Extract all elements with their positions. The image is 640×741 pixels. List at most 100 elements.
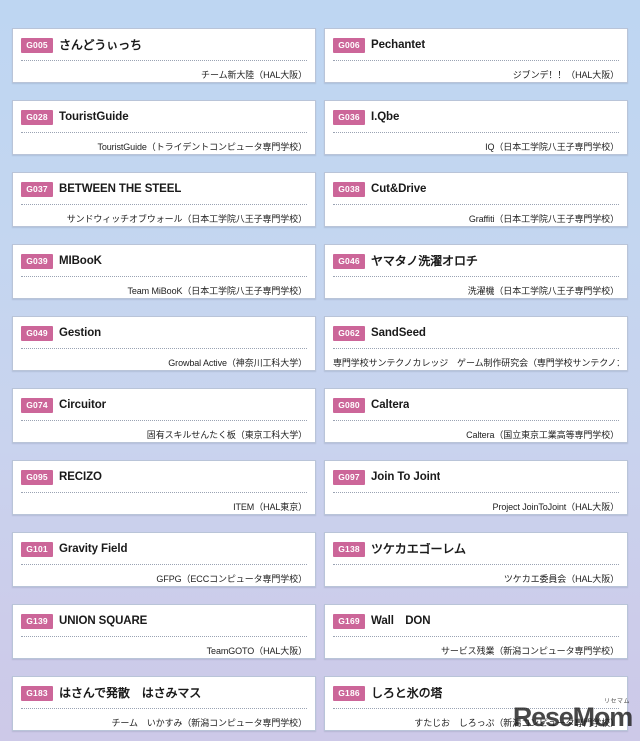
entry-team-school: Caltera（国立東京工業高等専門学校） <box>466 430 619 440</box>
entry-divider <box>333 276 619 277</box>
entry-team-school: Team MiBooK（日本工学院八王子専門学校） <box>127 286 307 296</box>
entry-team-school: ジブンデ！！（HAL大阪） <box>512 70 619 80</box>
entry-team-school: Graffiti（日本工学院八王子専門学校） <box>468 214 619 224</box>
entry-card-header: G038 Cut&Drive <box>333 180 619 199</box>
entry-card[interactable]: G183 はさんで発散 はさみマスチーム いかすみ（新潟コンピュータ専門学校） <box>12 676 316 731</box>
entry-id-badge: G062 <box>333 326 365 341</box>
entry-id-badge: G097 <box>333 470 365 485</box>
entry-id-badge: G039 <box>21 254 53 269</box>
entry-card[interactable]: G006 Pechantet ジブンデ！！（HAL大阪） <box>324 28 628 83</box>
entry-divider <box>333 708 619 709</box>
entry-id-badge: G074 <box>21 398 53 413</box>
entry-title: はさんで発散 はさみマス <box>59 686 202 700</box>
entry-title: BETWEEN THE STEEL <box>59 182 182 195</box>
entry-card-header: G006 Pechantet <box>333 36 619 55</box>
entry-card-header: G095 RECIZO <box>21 468 307 487</box>
entry-id-badge: G101 <box>21 542 53 557</box>
entry-team-school: Growbal Active（神奈川工科大学） <box>168 358 307 368</box>
entry-card[interactable]: G138 ツケカエゴーレムツケカエ委員会（HAL大阪） <box>324 532 628 587</box>
entry-card[interactable]: G028 TouristGuide TouristGuide（トライデントコンピュー… <box>12 100 316 155</box>
entry-team-school: ツケカエ委員会（HAL大阪） <box>503 574 619 584</box>
entry-id-badge: G006 <box>333 38 365 53</box>
entry-card[interactable]: G074 Circuitor 固有スキルせんたく板（東京工科大学） <box>12 388 316 443</box>
entry-divider <box>21 492 307 493</box>
entry-title: Gravity Field <box>59 542 128 555</box>
entry-team-school: Project JoinToJoint（HAL大阪） <box>492 502 619 512</box>
entry-title: ツケカエゴーレム <box>371 542 466 556</box>
entry-card[interactable]: G037 BETWEEN THE STEEL サンドウィッチオブウォール（日本工学院… <box>12 172 316 227</box>
entry-team-school: 洗濯機（日本工学院八王子専門学校） <box>467 286 619 296</box>
entry-id-badge: G037 <box>21 182 53 197</box>
entry-title: さんどうぃっち <box>59 38 142 52</box>
entry-card[interactable]: G038 Cut&Drive Graffiti（日本工学院八王子専門学校） <box>324 172 628 227</box>
entry-card-header: G074 Circuitor <box>21 396 307 415</box>
entry-card-header: G062 SandSeed <box>333 324 619 343</box>
entry-team-school: チーム いかすみ（新潟コンピュータ専門学校） <box>111 718 307 728</box>
entry-card[interactable]: G046 ヤマタノ洗濯オロチ 洗濯機（日本工学院八王子専門学校） <box>324 244 628 299</box>
entry-title: Wall DON <box>371 614 431 627</box>
entry-card[interactable]: G097 Join To Joint Project JoinToJoint（HAL… <box>324 460 628 515</box>
entry-card-header: G139 UNION SQUARE <box>21 612 307 631</box>
entry-title: ヤマタノ洗濯オロチ <box>371 254 478 268</box>
entry-divider <box>333 204 619 205</box>
entry-id-badge: G038 <box>333 182 365 197</box>
entry-divider <box>21 636 307 637</box>
entry-id-badge: G028 <box>21 110 53 125</box>
entry-title: UNION SQUARE <box>59 614 148 627</box>
entry-divider <box>21 276 307 277</box>
entry-card[interactable]: G036 I.Qbe IQ（日本工学院八王子専門学校） <box>324 100 628 155</box>
entry-card-header: G036 I.Qbe <box>333 108 619 127</box>
entry-divider <box>21 708 307 709</box>
entry-title: I.Qbe <box>371 110 400 123</box>
entry-id-badge: G049 <box>21 326 53 341</box>
entry-divider <box>21 348 307 349</box>
entry-card-header: G183 はさんで発散 はさみマス <box>21 684 307 703</box>
entry-card-header: G186 しろと氷の塔 <box>333 684 619 703</box>
entry-divider <box>21 204 307 205</box>
entry-team-school: GFPG（ECCコンピュータ専門学校） <box>156 574 307 584</box>
entry-card[interactable]: G039 MIBooK Team MiBooK（日本工学院八王子専門学校） <box>12 244 316 299</box>
entry-card[interactable]: G169 Wall DON サービス残業（新潟コンピュータ専門学校） <box>324 604 628 659</box>
entry-id-badge: G186 <box>333 686 365 701</box>
entry-card[interactable]: G062 SandSeed 専門学校サンテクノカレッジ ゲーム制作研究会（専門学校サ… <box>324 316 628 371</box>
entry-team-school: 専門学校サンテクノカレッジ ゲーム制作研究会（専門学校サンテクノカレッジ） <box>333 358 619 368</box>
entry-card[interactable]: G080 Caltera Caltera（国立東京工業高等専門学校） <box>324 388 628 443</box>
entry-id-badge: G036 <box>333 110 365 125</box>
entry-id-badge: G183 <box>21 686 53 701</box>
entry-card[interactable]: G101 Gravity Field GFPG（ECCコンピュータ専門学校） <box>12 532 316 587</box>
entry-title: MIBooK <box>59 254 102 267</box>
entry-title: Join To Joint <box>371 470 441 483</box>
entry-card-header: G028 TouristGuide <box>21 108 307 127</box>
entry-divider <box>333 636 619 637</box>
entry-title: TouristGuide <box>59 110 129 123</box>
entry-grid: G005 さんどうぃっちチーム新大陸（HAL大阪） G006 Pechantet ジブン… <box>0 28 640 731</box>
entry-card[interactable]: G186 しろと氷の塔 すたじお しろっぷ（新潟コンピュータ専門学校） <box>324 676 628 731</box>
entry-id-badge: G138 <box>333 542 365 557</box>
entry-id-badge: G080 <box>333 398 365 413</box>
entry-title: Gestion <box>59 326 102 339</box>
entry-card[interactable]: G005 さんどうぃっちチーム新大陸（HAL大阪） <box>12 28 316 83</box>
entry-team-school: チーム新大陸（HAL大阪） <box>201 70 307 80</box>
entry-id-badge: G095 <box>21 470 53 485</box>
entry-divider <box>333 420 619 421</box>
entry-card-header: G169 Wall DON <box>333 612 619 631</box>
entry-card-header: G005 さんどうぃっち <box>21 36 307 55</box>
entry-team-school: ITEM（HAL東京） <box>233 502 307 512</box>
entry-title: Pechantet <box>371 38 426 51</box>
entry-team-school: サンドウィッチオブウォール（日本工学院八王子専門学校） <box>66 214 307 224</box>
entry-divider <box>333 348 619 349</box>
entry-divider <box>333 492 619 493</box>
entry-card-header: G039 MIBooK <box>21 252 307 271</box>
entry-team-school: TeamGOTO（HAL大阪） <box>206 646 307 656</box>
entry-team-school: IQ（日本工学院八王子専門学校） <box>485 142 619 152</box>
entry-card[interactable]: G049 Gestion Growbal Active（神奈川工科大学） <box>12 316 316 371</box>
entry-team-school: サービス残業（新潟コンピュータ専門学校） <box>440 646 619 656</box>
entry-card[interactable]: G095 RECIZO ITEM（HAL東京） <box>12 460 316 515</box>
entry-card[interactable]: G139 UNION SQUARE TeamGOTO（HAL大阪） <box>12 604 316 659</box>
entry-title: Caltera <box>371 398 410 411</box>
entry-title: RECIZO <box>59 470 102 483</box>
entry-card-header: G049 Gestion <box>21 324 307 343</box>
entry-divider <box>21 420 307 421</box>
entry-card-header: G101 Gravity Field <box>21 540 307 559</box>
entry-id-badge: G169 <box>333 614 365 629</box>
